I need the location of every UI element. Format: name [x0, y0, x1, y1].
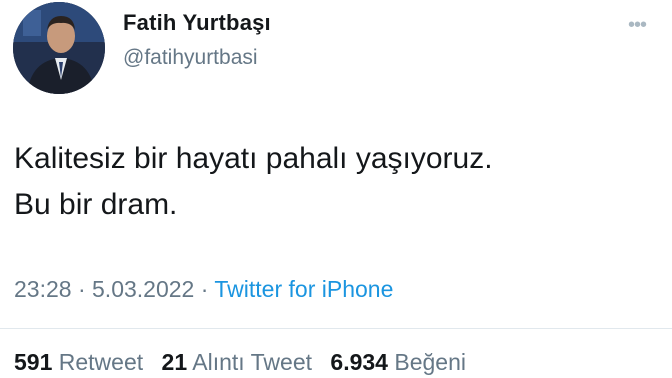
quote-tweets-count: 21 — [161, 349, 188, 375]
likes-stat[interactable]: 6.934 Beğeni — [330, 349, 466, 375]
avatar-photo — [13, 2, 105, 94]
meta-separator: · — [200, 276, 209, 302]
meta-separator: · — [77, 276, 86, 302]
divider — [0, 328, 672, 329]
user-handle[interactable]: @fatihyurtbasi — [123, 46, 258, 70]
retweets-stat[interactable]: 591 Retweet — [14, 349, 143, 375]
quote-tweets-label: Alıntı Tweet — [192, 349, 313, 375]
likes-label: Beğeni — [394, 349, 466, 375]
quote-tweets-stat[interactable]: 21 Alıntı Tweet — [162, 349, 312, 375]
tweet-meta: 23:28 · 5.03.2022 · Twitter for iPhone — [14, 276, 393, 303]
more-options-icon[interactable]: ••• — [628, 14, 647, 37]
likes-count: 6.934 — [330, 349, 388, 375]
avatar[interactable] — [13, 2, 105, 94]
tweet-time[interactable]: 23:28 — [14, 276, 72, 302]
tweet-text: Kalitesiz bir hayatı pahalı yaşıyoruz. B… — [14, 142, 493, 221]
tweet-source-link[interactable]: Twitter for iPhone — [214, 276, 393, 302]
tweet-date[interactable]: 5.03.2022 — [92, 276, 194, 302]
retweets-count: 591 — [14, 349, 53, 375]
retweets-label: Retweet — [58, 349, 144, 375]
tweet-stats: 591 Retweet 21 Alıntı Tweet 6.934 Beğeni — [14, 349, 478, 376]
display-name[interactable]: Fatih Yurtbaşı — [123, 10, 271, 36]
